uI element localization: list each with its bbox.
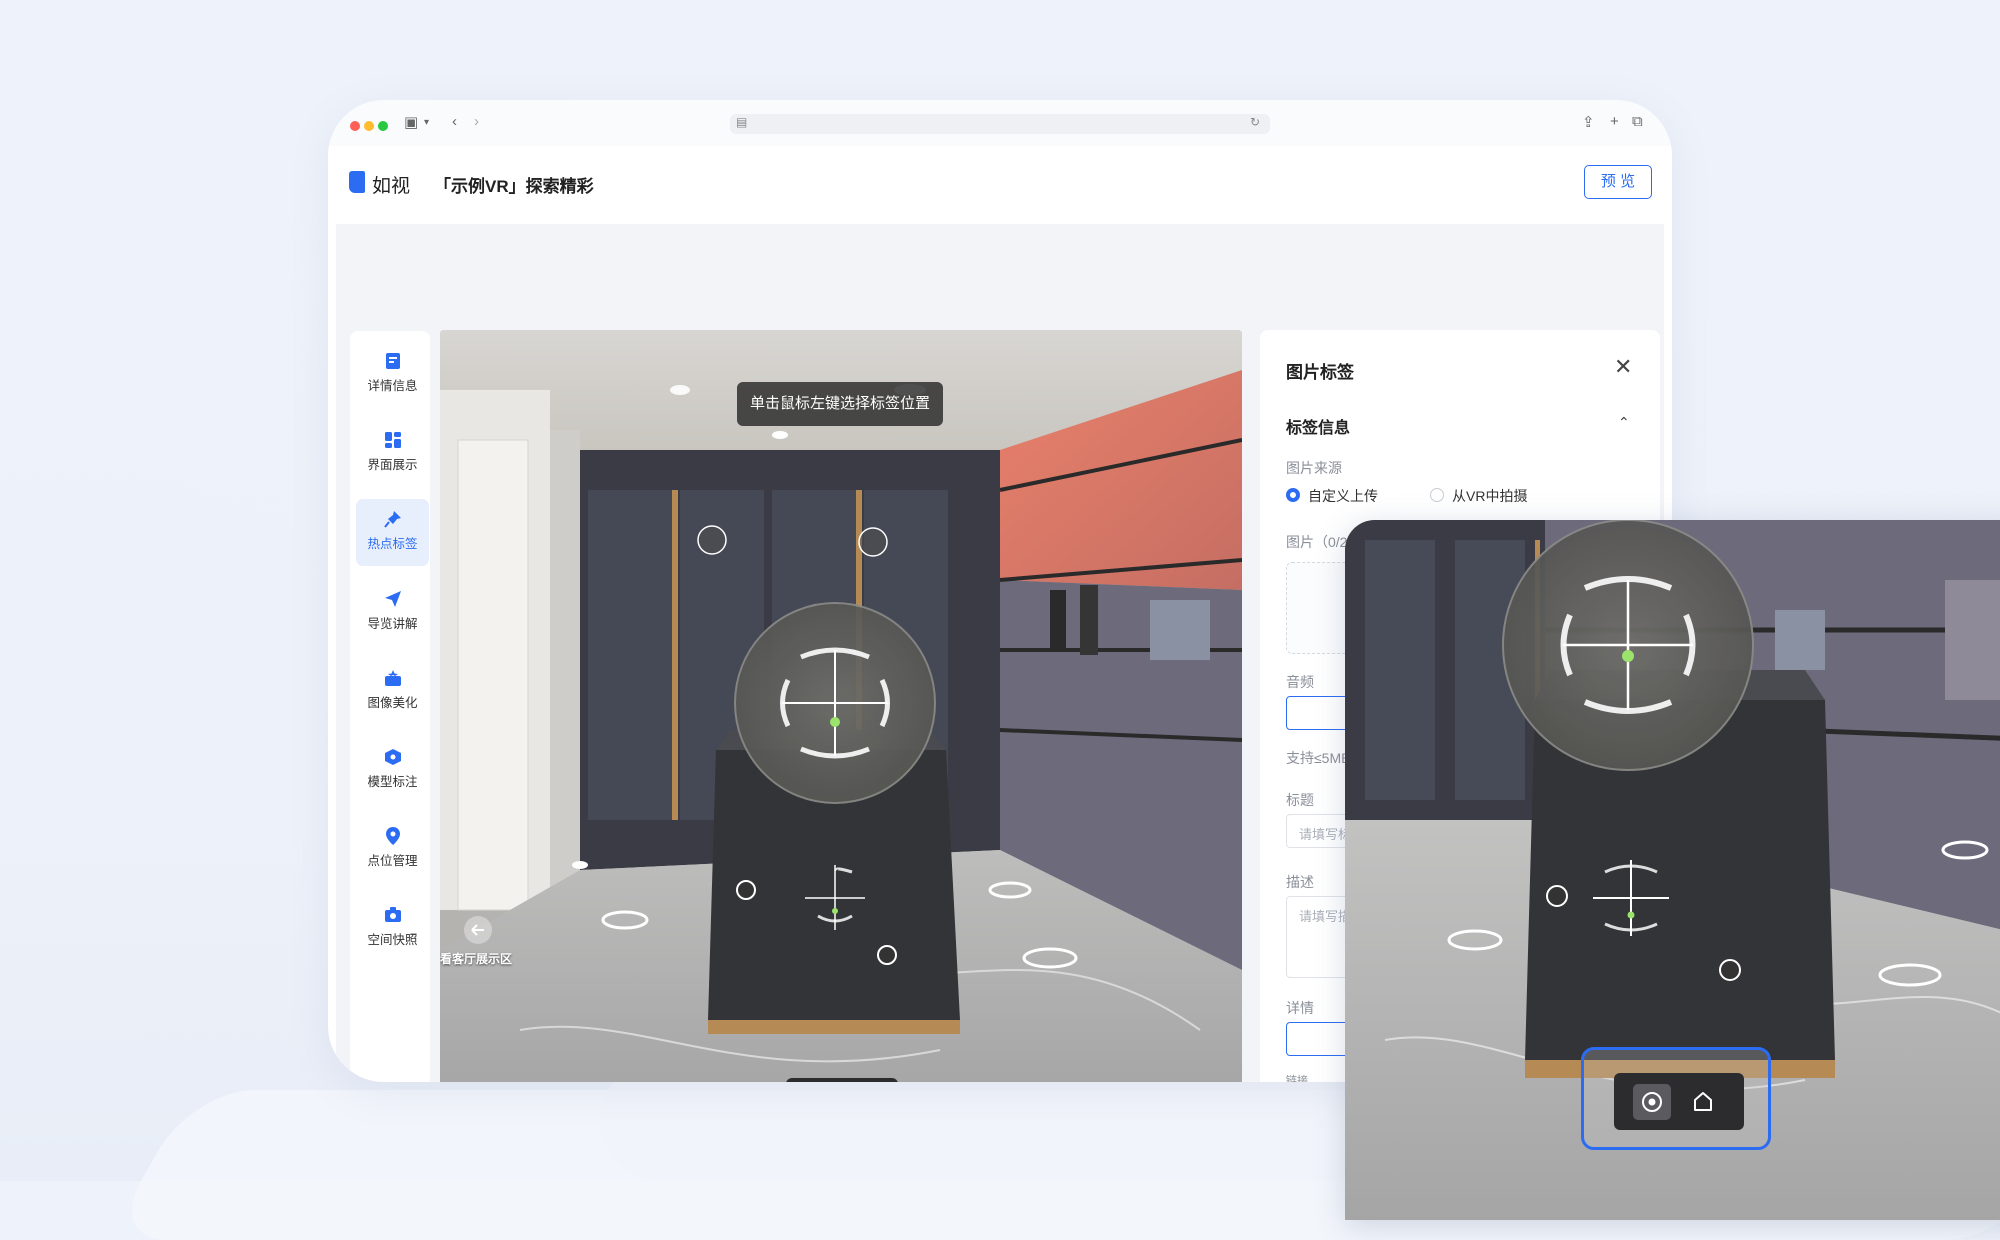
title-label: 标题: [1286, 792, 1314, 808]
sidebar-item-label: 热点标签: [367, 537, 418, 551]
sidebar-item-label: 图像美化: [367, 696, 418, 710]
minimize-window-button[interactable]: [364, 121, 374, 131]
vr-viewport[interactable]: 36 看客厅展示区 单击鼠标左键选择标签位置: [440, 330, 1242, 1082]
camera-icon: [384, 907, 401, 922]
chevron-down-icon[interactable]: ▾: [424, 117, 429, 128]
browser-toolbar: ▣ ▾ ‹ › ▤ ↻ ⇪ + ⧉: [328, 100, 1672, 147]
sidebar-item-label: 界面展示: [367, 458, 418, 472]
pin-icon: [383, 511, 401, 528]
sidebar-item-label: 导览讲解: [367, 617, 418, 631]
sidebar-item-hotspot[interactable]: 热点标签: [356, 499, 429, 566]
address-bar[interactable]: ▤ ↻: [730, 114, 1270, 134]
share-icon[interactable]: ⇪: [1582, 113, 1595, 131]
home-tool-button[interactable]: [1684, 1084, 1722, 1120]
sidebar-item-snapshot[interactable]: 空间快照: [356, 895, 429, 962]
sidebar-item-label: 模型标注: [367, 775, 418, 789]
beautify-icon: [384, 670, 401, 686]
project-title: 「示例VR」探索精彩: [434, 177, 594, 196]
sidebar-item-interface[interactable]: 界面展示: [356, 420, 429, 487]
close-icon[interactable]: ✕: [1614, 354, 1632, 380]
forward-icon[interactable]: ›: [474, 113, 479, 130]
source-option-label: 自定义上传: [1308, 488, 1378, 504]
maximize-window-button[interactable]: [378, 121, 388, 131]
home-icon: [1694, 1092, 1712, 1111]
chevron-up-icon[interactable]: ⌃: [1618, 414, 1630, 431]
description-label: 描述: [1286, 874, 1314, 890]
hotspot-label[interactable]: 看客厅展示区: [440, 950, 512, 967]
sidebar-item-beautify[interactable]: 图像美化: [356, 658, 429, 725]
target-tool-button[interactable]: [1633, 1084, 1671, 1120]
audio-hint: 支持≤5MB: [1286, 750, 1351, 766]
location-icon: [385, 827, 400, 845]
source-radio-custom[interactable]: [1286, 488, 1300, 502]
detail-label: 详情: [1286, 1000, 1314, 1016]
sidebar-item-guide[interactable]: 导览讲解: [356, 579, 429, 646]
reload-icon[interactable]: ↻: [1250, 115, 1260, 129]
sidebar: 详情信息 界面展示 热点标签 导览讲解 图像美化 模型标注 点位管理 空间快照: [350, 331, 430, 1082]
layout-icon: [384, 432, 401, 448]
zoomed-toolbar: [1614, 1073, 1744, 1130]
description-placeholder: 请填写描: [1299, 909, 1352, 924]
sidebar-item-details[interactable]: 详情信息: [356, 341, 429, 408]
close-window-button[interactable]: [350, 121, 360, 131]
preview-button[interactable]: 预 览: [1584, 165, 1652, 199]
target-icon: [1642, 1092, 1662, 1112]
panel-title: 图片标签: [1286, 363, 1354, 382]
back-icon[interactable]: ‹: [452, 113, 457, 130]
model-icon: [384, 749, 401, 765]
sidebar-item-location[interactable]: 点位管理: [356, 816, 429, 883]
app-header: 如视 「示例VR」探索精彩 预 览: [328, 146, 1672, 224]
sidebar-item-model[interactable]: 模型标注: [356, 737, 429, 804]
source-radio-vr[interactable]: [1430, 488, 1444, 502]
sidebar-item-label: 空间快照: [367, 933, 418, 947]
section-title: 标签信息: [1286, 420, 1351, 437]
title-placeholder: 请填写标: [1299, 827, 1352, 842]
audio-label: 音频: [1286, 674, 1314, 690]
source-option-label: 从VR中拍摄: [1452, 488, 1528, 504]
placement-tooltip: 单击鼠标左键选择标签位置: [737, 382, 943, 426]
viewport-toolbar: [786, 1078, 898, 1082]
page-icon: ▤: [736, 115, 748, 129]
tabs-overview-icon[interactable]: ⧉: [1632, 113, 1643, 130]
sidebar-toggle-icon[interactable]: ▣: [404, 113, 418, 131]
sidebar-item-label: 点位管理: [367, 854, 418, 868]
link-label: 链接: [1286, 1075, 1308, 1082]
document-icon: [385, 353, 400, 369]
source-label: 图片来源: [1286, 460, 1342, 476]
sidebar-item-label: 详情信息: [367, 379, 418, 393]
logo-text: 如视: [372, 176, 411, 197]
panorama-scene: 36: [440, 330, 1242, 1082]
new-tab-icon[interactable]: +: [1610, 113, 1619, 130]
logo-icon: [349, 171, 365, 193]
send-icon: [384, 591, 401, 607]
